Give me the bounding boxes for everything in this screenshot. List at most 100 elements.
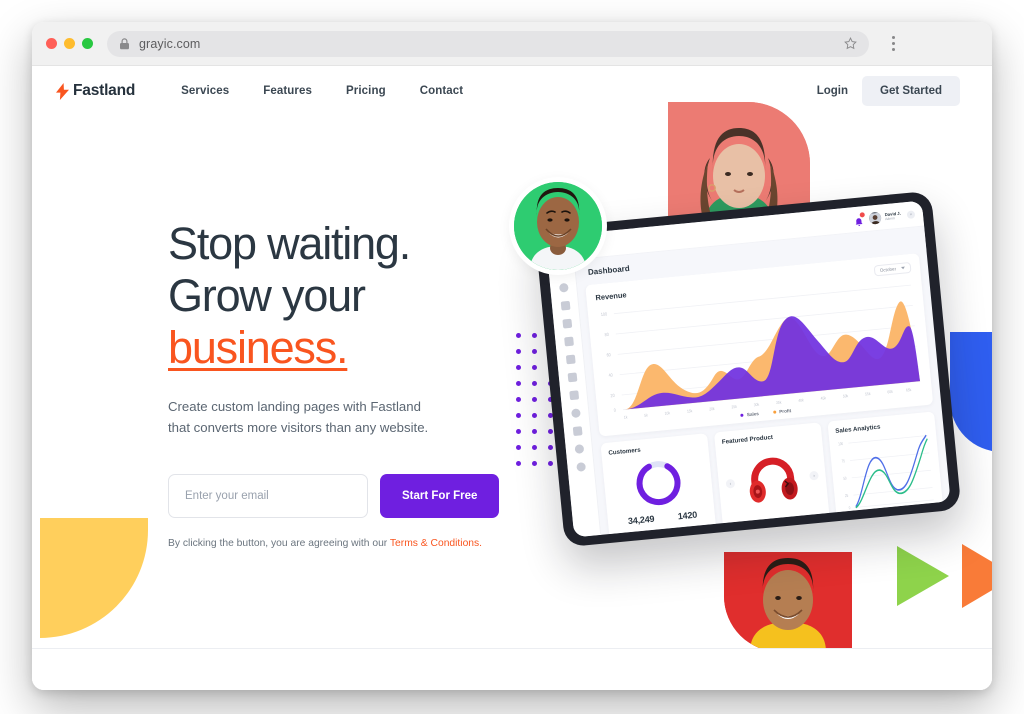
nav-right-actions: Login Get Started bbox=[817, 76, 960, 106]
mail-icon[interactable] bbox=[568, 390, 579, 401]
hero-section: Stop waiting. Grow your business. Create… bbox=[168, 218, 508, 549]
power-icon[interactable] bbox=[575, 462, 586, 472]
close-icon[interactable]: × bbox=[906, 209, 916, 219]
user-role: Admin bbox=[884, 215, 895, 221]
page-bottom-band bbox=[32, 648, 992, 690]
svg-text:20: 20 bbox=[610, 392, 615, 398]
settings-icon[interactable] bbox=[573, 444, 584, 454]
svg-text:10k: 10k bbox=[664, 411, 670, 416]
website-viewport: Fastland Services Features Pricing Conta… bbox=[32, 66, 992, 690]
url-text: grayic.com bbox=[139, 36, 201, 51]
revenue-period-value: October bbox=[879, 266, 897, 273]
browser-toolbar: grayic.com bbox=[32, 22, 992, 66]
dashboard-screen: David J. Admin × Dashboard Revenue Octob… bbox=[545, 200, 951, 538]
customer-stat-repeated: 1420 Repeated bbox=[675, 509, 701, 535]
sales-analytics-line-chart: 100 75 50 25 0 2015 2016 2017 2018 2019 bbox=[836, 428, 937, 524]
nav-link-services[interactable]: Services bbox=[181, 85, 229, 97]
repeated-customers-label-wrap: Repeated bbox=[677, 528, 701, 535]
new-customers-label: New Customers bbox=[630, 532, 660, 535]
browser-window: grayic.com Fastland Services Features Pr… bbox=[32, 22, 992, 690]
documents-icon[interactable] bbox=[561, 318, 572, 329]
headline-accent: business. bbox=[168, 322, 349, 373]
chevron-right-icon[interactable]: › bbox=[809, 470, 819, 481]
terms-notice: By clicking the button, you are agreeing… bbox=[168, 538, 508, 549]
hero-subtext: Create custom landing pages with Fastlan… bbox=[168, 396, 508, 438]
svg-text:5k: 5k bbox=[644, 413, 648, 418]
svg-text:80: 80 bbox=[604, 331, 609, 337]
orange-triangle-shape bbox=[962, 544, 992, 608]
dashboard-page-title: Dashboard bbox=[587, 263, 630, 277]
brand-logo[interactable]: Fastland bbox=[56, 82, 135, 100]
analytics-icon[interactable] bbox=[558, 282, 569, 293]
chat-icon[interactable] bbox=[570, 408, 581, 419]
customers-donut-chart bbox=[609, 448, 707, 518]
headline-line-1: Stop waiting. bbox=[168, 218, 411, 269]
legend-item-sales: Sales bbox=[740, 411, 759, 418]
svg-text:2017: 2017 bbox=[892, 511, 899, 516]
photo-man-red bbox=[724, 552, 852, 652]
dashboard-main: David J. Admin × Dashboard Revenue Octob… bbox=[572, 200, 950, 535]
chevron-left-icon[interactable]: ‹ bbox=[725, 478, 736, 489]
avatar bbox=[868, 211, 882, 225]
customer-stat-new: 34,249 New Customers bbox=[623, 513, 661, 535]
chevron-down-icon bbox=[900, 266, 905, 270]
svg-text:60k: 60k bbox=[887, 390, 893, 395]
nav-link-contact[interactable]: Contact bbox=[420, 85, 464, 97]
product-carousel: ‹ › bbox=[722, 437, 822, 523]
window-traffic-lights bbox=[46, 38, 93, 49]
nav-link-features[interactable]: Features bbox=[263, 85, 312, 97]
avatar-overlay-man bbox=[509, 177, 607, 275]
headline-line-2: Grow your bbox=[168, 270, 366, 321]
svg-text:2015: 2015 bbox=[855, 515, 862, 520]
store-icon[interactable] bbox=[565, 354, 576, 365]
briefcase-icon[interactable] bbox=[563, 336, 574, 347]
calendar-icon[interactable] bbox=[560, 300, 571, 311]
revenue-card: Revenue October 100 80 60 40 20 0 1k 5k … bbox=[585, 253, 934, 437]
hero-subtext-line-2: that converts more visitors than any web… bbox=[168, 420, 429, 435]
svg-text:50k: 50k bbox=[843, 394, 849, 399]
featured-product-card: Featured Product ‹ › Beats Headphone 201… bbox=[713, 422, 831, 535]
nav-link-pricing[interactable]: Pricing bbox=[346, 85, 386, 97]
hero-subtext-line-1: Create custom landing pages with Fastlan… bbox=[168, 399, 421, 414]
svg-text:40k: 40k bbox=[798, 398, 804, 403]
close-window-button[interactable] bbox=[46, 38, 57, 49]
terms-and-conditions-link[interactable]: Terms & Conditions. bbox=[390, 538, 482, 549]
kebab-menu-icon[interactable] bbox=[885, 36, 901, 51]
address-bar[interactable]: grayic.com bbox=[107, 30, 869, 57]
maximize-window-button[interactable] bbox=[82, 38, 93, 49]
login-link[interactable]: Login bbox=[817, 85, 848, 97]
svg-text:0: 0 bbox=[614, 407, 617, 413]
svg-text:2019: 2019 bbox=[925, 508, 932, 513]
svg-text:2018: 2018 bbox=[909, 509, 916, 514]
revenue-period-select[interactable]: October bbox=[873, 261, 912, 277]
bell-icon[interactable] bbox=[854, 211, 865, 226]
svg-text:2016: 2016 bbox=[874, 513, 881, 518]
download-icon[interactable] bbox=[572, 426, 583, 437]
lock-icon bbox=[120, 37, 129, 49]
svg-text:0: 0 bbox=[848, 506, 850, 511]
svg-text:25: 25 bbox=[845, 493, 849, 498]
notification-badge bbox=[859, 211, 865, 218]
user-profile-menu[interactable]: David J. Admin bbox=[868, 209, 901, 225]
green-triangle-shape bbox=[897, 546, 949, 606]
revenue-title: Revenue bbox=[595, 290, 628, 303]
avatar bbox=[514, 182, 602, 270]
svg-text:35k: 35k bbox=[776, 400, 782, 405]
repeated-customers-value: 1420 bbox=[677, 509, 698, 522]
signup-form: Start For Free bbox=[168, 474, 508, 518]
site-navigation: Fastland Services Features Pricing Conta… bbox=[32, 66, 992, 116]
minimize-window-button[interactable] bbox=[64, 38, 75, 49]
users-icon[interactable] bbox=[567, 372, 577, 383]
bookmark-star-icon[interactable] bbox=[844, 37, 857, 50]
get-started-button[interactable]: Get Started bbox=[862, 76, 960, 106]
blue-quarter-circle-shape bbox=[950, 332, 992, 452]
email-field[interactable] bbox=[168, 474, 368, 518]
lightning-bolt-icon bbox=[56, 82, 69, 100]
svg-text:50: 50 bbox=[843, 476, 847, 481]
nav-links: Services Features Pricing Contact bbox=[181, 85, 463, 97]
start-for-free-button[interactable]: Start For Free bbox=[380, 474, 500, 518]
svg-text:15k: 15k bbox=[687, 409, 693, 414]
new-customers-label-wrap: New Customers bbox=[625, 532, 660, 535]
legend-label-profit: Profit bbox=[778, 408, 792, 415]
legend-item-profit: Profit bbox=[772, 408, 792, 415]
